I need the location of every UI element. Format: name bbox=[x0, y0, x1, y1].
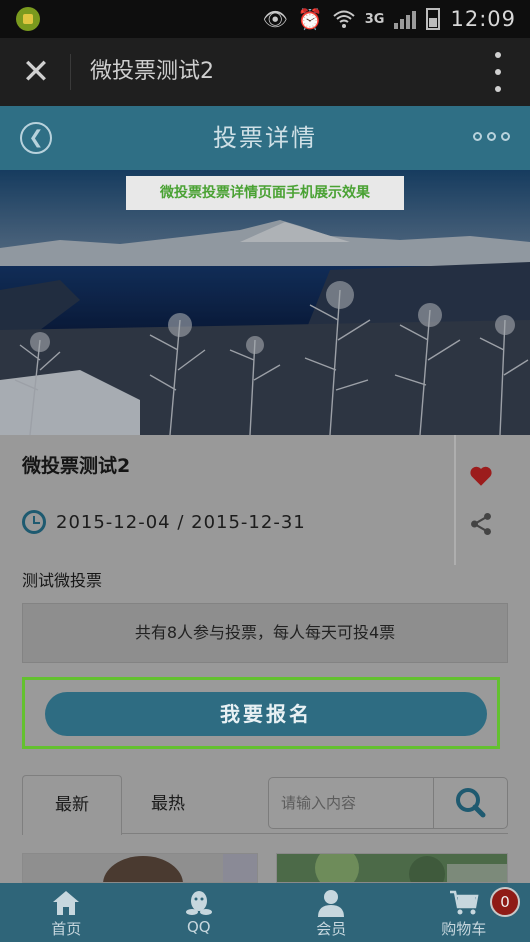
candidate-thumbnail[interactable] bbox=[22, 853, 258, 883]
clock-time: 12:09 bbox=[450, 7, 516, 31]
header-menu-icon[interactable] bbox=[473, 132, 510, 141]
signal-icon bbox=[394, 9, 417, 29]
cart-icon bbox=[449, 890, 479, 915]
search-input[interactable] bbox=[269, 778, 433, 828]
heart-icon[interactable] bbox=[468, 463, 494, 489]
vote-description: 测试微投票 bbox=[22, 571, 103, 590]
user-icon bbox=[318, 890, 345, 917]
list-tabs: 最新 最热 bbox=[22, 775, 508, 835]
banner-image: 微投票投票详情页面手机展示效果 bbox=[0, 170, 530, 435]
page-header: 投票详情 ❮ bbox=[0, 106, 530, 170]
candidate-thumbnail[interactable] bbox=[276, 853, 508, 883]
page-title: 投票详情 bbox=[213, 124, 317, 152]
wifi-icon bbox=[333, 10, 355, 28]
close-icon[interactable]: ✕ bbox=[20, 54, 52, 90]
back-icon[interactable]: ❮ bbox=[20, 122, 52, 154]
status-bar: 👁 ⏰ 3G 12:09 bbox=[0, 0, 530, 38]
title-divider bbox=[70, 54, 71, 90]
qq-icon bbox=[185, 891, 212, 915]
more-options-icon[interactable] bbox=[494, 52, 502, 92]
nav-label: QQ bbox=[186, 918, 211, 936]
nav-item-home[interactable]: 首页 bbox=[0, 883, 133, 942]
nav-label: 购物车 bbox=[441, 920, 487, 938]
signup-button[interactable]: 我要报名 bbox=[45, 692, 487, 736]
signup-highlight: 我要报名 bbox=[22, 677, 500, 749]
share-icon[interactable] bbox=[468, 511, 494, 537]
nav-label: 首页 bbox=[51, 920, 82, 938]
app-notification-icon bbox=[16, 7, 40, 31]
nav-label: 会员 bbox=[316, 920, 347, 938]
tabs-underline bbox=[122, 833, 508, 834]
nav-item-qq[interactable]: QQ bbox=[133, 883, 266, 942]
banner-caption: 微投票投票详情页面手机展示效果 bbox=[126, 176, 404, 210]
nav-item-member[interactable]: 会员 bbox=[265, 883, 398, 942]
vote-detail-content: 微投票测试2 2015-12-04 / 2015-12-31 测试微投票 共有8… bbox=[0, 435, 530, 883]
browser-title-bar: ✕ 微投票测试2 bbox=[0, 38, 530, 106]
vote-stats: 共有8人参与投票，每人每天可投4票 bbox=[22, 603, 508, 663]
eye-icon: 👁 bbox=[262, 7, 288, 31]
cart-count-badge: 0 bbox=[490, 887, 520, 917]
battery-icon bbox=[426, 8, 441, 30]
nav-item-cart[interactable]: 购物车 0 bbox=[398, 883, 530, 942]
tab-latest[interactable]: 最新 bbox=[22, 775, 122, 835]
side-divider bbox=[454, 435, 456, 565]
network-type: 3G bbox=[364, 11, 385, 27]
home-icon bbox=[53, 891, 80, 915]
tab-hot[interactable]: 最热 bbox=[128, 775, 208, 835]
vote-title: 微投票测试2 bbox=[22, 455, 131, 477]
search-icon[interactable] bbox=[434, 778, 508, 828]
clock-icon bbox=[22, 510, 46, 534]
alarm-icon: ⏰ bbox=[297, 7, 323, 31]
bottom-nav: 首页 QQ 会员 购物车 0 bbox=[0, 883, 530, 942]
browser-page-title: 微投票测试2 bbox=[90, 59, 214, 84]
status-icons: 👁 ⏰ 3G 12:09 bbox=[262, 6, 516, 32]
date-row: 2015-12-04 / 2015-12-31 bbox=[22, 510, 306, 534]
vote-date-range: 2015-12-04 / 2015-12-31 bbox=[56, 511, 306, 533]
search-box bbox=[268, 777, 508, 829]
